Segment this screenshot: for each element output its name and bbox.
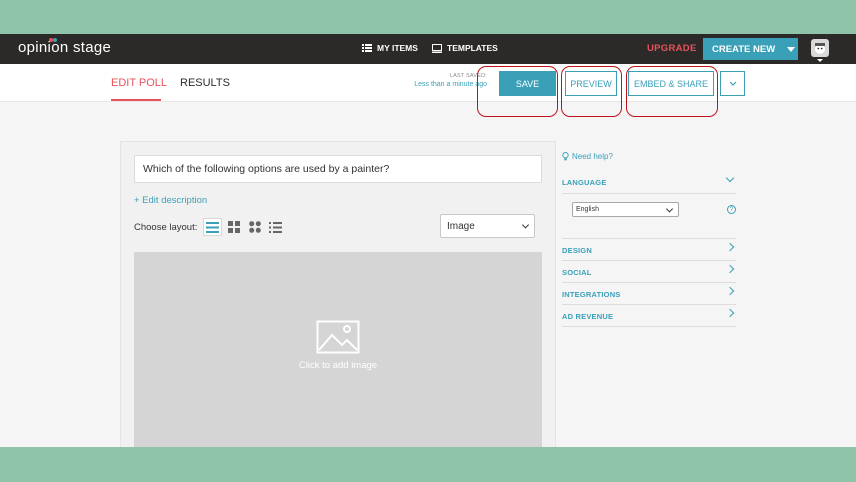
my-items-label: MY ITEMS (377, 43, 418, 53)
edit-description-link[interactable]: + Edit description (134, 195, 207, 206)
sidebar-item-integrations[interactable]: INTEGRATIONS (562, 283, 736, 305)
user-face-icon (815, 43, 825, 54)
avatar[interactable] (811, 39, 829, 57)
avatar-caret-icon[interactable] (817, 59, 823, 62)
add-image-label: Click to add image (298, 360, 378, 371)
image-icon (316, 320, 360, 354)
chevron-right-icon (725, 308, 735, 318)
templates-label: TEMPLATES (447, 43, 498, 53)
chevron-right-icon (725, 286, 735, 296)
save-highlight (477, 66, 558, 117)
opinion-stage-logo[interactable]: opinion stage (18, 38, 111, 56)
templates-icon (432, 43, 442, 53)
sidebar-item-social[interactable]: SOCIAL (562, 261, 736, 283)
sidebar-item-design[interactable]: DESIGN (562, 239, 736, 261)
language-title: LANGUAGE (562, 178, 607, 187)
my-items-link[interactable]: MY ITEMS (362, 43, 418, 53)
need-help-label: Need help? (572, 152, 613, 161)
caret-down-icon (787, 46, 796, 52)
language-select[interactable]: English (572, 202, 679, 217)
question-input[interactable]: Which of the following options are used … (134, 155, 542, 183)
more-options-button[interactable] (720, 71, 745, 96)
create-new-button[interactable]: CREATE NEW (703, 38, 798, 60)
chevron-down-icon (729, 81, 736, 86)
bullet-list-layout-icon[interactable] (266, 218, 285, 236)
circles-layout-icon[interactable] (245, 218, 264, 236)
last-saved-time: Less than a minute ago (414, 81, 487, 88)
chevron-right-icon (725, 242, 735, 252)
language-value: English (576, 206, 599, 213)
tab-results[interactable]: RESULTS (180, 77, 230, 89)
embed-share-highlight (626, 66, 718, 117)
logo-dots (49, 38, 61, 42)
create-new-label: CREATE NEW (712, 43, 776, 55)
templates-link[interactable]: TEMPLATES (432, 43, 498, 53)
media-type-value: Image (447, 220, 475, 232)
media-type-select[interactable]: Image (440, 214, 535, 238)
language-section-header[interactable]: LANGUAGE (562, 172, 736, 194)
editor-header: EDIT POLL RESULTS LAST SAVED: Less than … (0, 64, 856, 117)
upgrade-link[interactable]: UPGRADE (647, 43, 697, 54)
list-icon (362, 44, 372, 52)
chevron-down-icon (725, 173, 735, 183)
ad-revenue-title: AD REVENUE (562, 312, 614, 321)
choose-layout-label: Choose layout: (134, 222, 198, 233)
active-tab-indicator (111, 99, 161, 101)
help-circle-icon[interactable]: ? (727, 205, 736, 214)
need-help-link[interactable]: Need help? (562, 152, 613, 161)
last-saved-label: LAST SAVED: (449, 73, 487, 79)
lightbulb-icon (562, 152, 569, 161)
top-nav: opinion stage MY ITEMS TEMPLATES UPGRADE… (0, 34, 856, 64)
integrations-title: INTEGRATIONS (562, 290, 621, 299)
last-saved-status: LAST SAVED: Less than a minute ago (402, 73, 487, 88)
design-title: DESIGN (562, 246, 592, 255)
social-title: SOCIAL (562, 268, 592, 277)
chevron-down-icon (521, 221, 530, 229)
grid-layout-icon[interactable] (224, 218, 243, 236)
list-layout-icon[interactable] (203, 218, 222, 236)
preview-highlight (561, 66, 622, 117)
chevron-down-icon (665, 204, 674, 213)
poll-editor-card: Which of the following options are used … (120, 141, 556, 447)
app-window: opinion stage MY ITEMS TEMPLATES UPGRADE… (0, 34, 856, 447)
chevron-right-icon (725, 264, 735, 274)
image-dropzone[interactable]: Click to add image (134, 252, 542, 447)
tab-edit-poll[interactable]: EDIT POLL (111, 77, 167, 89)
sidebar-item-ad-revenue[interactable]: AD REVENUE (562, 305, 736, 327)
